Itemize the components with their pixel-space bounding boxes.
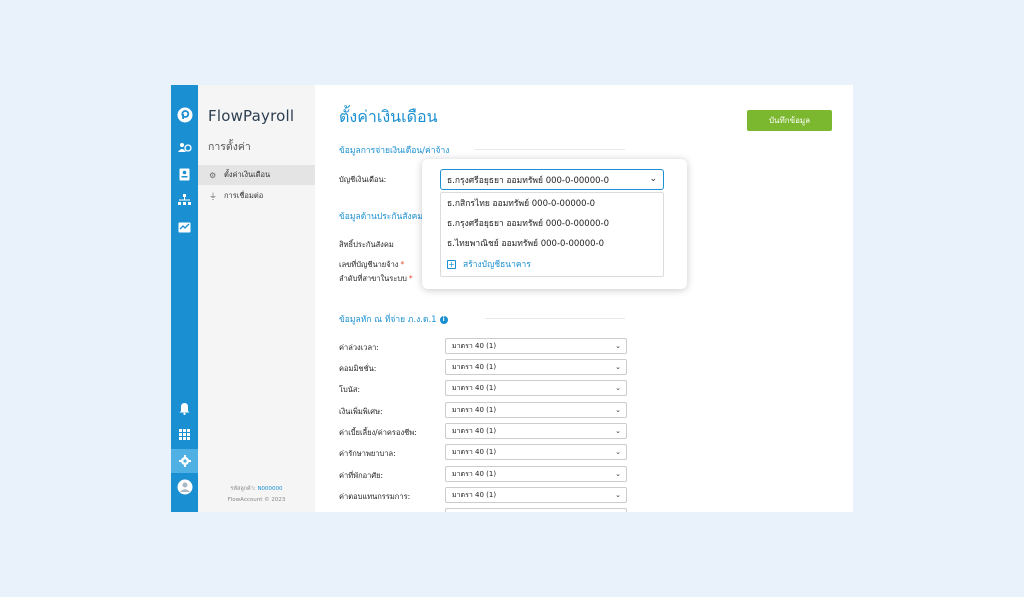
customer-code-value: N000000: [257, 486, 283, 492]
chevron-down-icon: ⌄: [615, 363, 621, 371]
gear-icon: ⚙: [209, 170, 217, 180]
sidebar-item-payroll-settings[interactable]: ⚙ ตั้งค่าเงินเดือน: [198, 165, 315, 185]
sidebar-item-label: การเชื่อมต่อ: [224, 191, 264, 200]
tax-section-select[interactable]: มาตรา 40 (1) ⌄: [445, 402, 627, 418]
tax-section-select[interactable]: มาตรา 40 (1) ⌄: [445, 487, 627, 503]
tax-row-label: โบนัส:: [339, 385, 361, 394]
section-social-heading: ข้อมูลด้านประกันสังคม: [339, 212, 423, 222]
chevron-down-icon: ⌄: [615, 448, 621, 456]
chevron-down-icon: ⌄: [615, 342, 621, 350]
tax-section-select[interactable]: มาตรา 40 (1) ⌄: [445, 423, 627, 439]
create-bank-account-button[interactable]: + สร้างบัญชีธนาคาร: [441, 253, 663, 275]
icon-rail: [171, 85, 198, 512]
tax-section-select[interactable]: มาตรา 40 (1) ⌄: [445, 466, 627, 482]
tax-section-select[interactable]: มาตรา 40 (1) ⌄: [445, 380, 627, 396]
branch-order-label: ลำดับที่สาขาในระบบ *: [339, 274, 413, 283]
section-divider: [485, 318, 625, 319]
brand-name: FlowPayroll: [208, 107, 295, 125]
employer-account-label: เลขที่บัญชีนายจ้าง *: [339, 260, 405, 269]
settings-sidebar: FlowPayroll การตั้งค่า ⚙ ตั้งค่าเงินเดือ…: [198, 85, 315, 512]
employee-card-icon[interactable]: [171, 162, 198, 186]
info-icon[interactable]: i: [439, 315, 448, 324]
tax-row-label: ค่าที่พักอาศัย:: [339, 471, 384, 480]
sidebar-title: การตั้งค่า: [208, 141, 251, 153]
tax-row-label: ค่าตอบแทนกรรมการ:: [339, 492, 411, 501]
bank-option[interactable]: ธ.ไทยพาณิชย์ ออมทรัพย์ 000-0-00000-0: [441, 233, 663, 253]
app-window: FlowPayroll การตั้งค่า ⚙ ตั้งค่าเงินเดือ…: [171, 85, 853, 512]
tax-row-label: คอมมิชชั่น:: [339, 364, 377, 373]
page-title: ตั้งค่าเงินเดือน: [339, 107, 438, 126]
customer-code: รหัสลูกค้า: N000000: [198, 485, 315, 493]
bank-account-select[interactable]: ธ.กรุงศรีอยุธยา ออมทรัพย์ 000-0-00000-0 …: [440, 169, 664, 190]
copyright-text: FlowAccount © 2023: [227, 497, 286, 503]
bank-option[interactable]: ธ.กสิกรไทย ออมทรัพย์ 000-0-00000-0: [441, 193, 663, 213]
tax-row-label: ค่ารักษาพยาบาล:: [339, 449, 396, 458]
section-payment-heading: ข้อมูลการจ่ายเงินเดือน/ค่าจ้าง: [339, 146, 450, 156]
tax-row-label: ค่าล่วงเวลา:: [339, 343, 379, 352]
bell-icon[interactable]: [171, 396, 198, 420]
customer-code-label: รหัสลูกค้า:: [230, 486, 256, 492]
chevron-down-icon: ⌄: [615, 384, 621, 392]
apps-grid-icon[interactable]: [171, 422, 198, 446]
report-chart-icon[interactable]: [171, 215, 198, 239]
chevron-down-icon: ⌄: [649, 174, 657, 184]
flowpayroll-logo-icon[interactable]: [171, 103, 198, 127]
plug-icon: ⏚: [209, 191, 217, 201]
bank-account-dropdown: ธ.กรุงศรีอยุธยา ออมทรัพย์ 000-0-00000-0 …: [422, 159, 687, 289]
social-security-right-label: สิทธิ์ประกันสังคม: [339, 240, 394, 249]
tax-section-select[interactable]: มาตรา 40 (1) ⌄: [445, 338, 627, 354]
tax-section-select[interactable]: มาตรา 40 (1) ⌄: [445, 444, 627, 460]
bank-account-label: บัญชีเงินเดือน:: [339, 175, 387, 184]
section-tax-heading: ข้อมูลหัก ณ ที่จ่าย ภ.ง.ด.1 i: [339, 312, 448, 326]
org-chart-icon[interactable]: [171, 188, 198, 212]
chevron-down-icon: ⌄: [615, 406, 621, 414]
tax-section-select[interactable]: มาตรา 40 (1) ⌄: [445, 359, 627, 375]
chevron-down-icon: ⌄: [615, 427, 621, 435]
main-content: ตั้งค่าเงินเดือน บันทึกข้อมูล ข้อมูลการจ…: [315, 85, 853, 512]
bank-options-list: ธ.กสิกรไทย ออมทรัพย์ 000-0-00000-0 ธ.กรุ…: [440, 192, 664, 277]
sidebar-item-connections[interactable]: ⏚ การเชื่อมต่อ: [198, 186, 315, 206]
chevron-down-icon: ⌄: [615, 491, 621, 499]
chevron-down-icon: ⌄: [615, 470, 621, 478]
plus-icon: +: [447, 259, 456, 269]
user-avatar-icon[interactable]: [171, 475, 198, 499]
sidebar-item-label: ตั้งค่าเงินเดือน: [224, 170, 271, 179]
payroll-users-icon[interactable]: [171, 136, 198, 160]
tax-section-select[interactable]: [445, 508, 627, 512]
settings-gear-icon[interactable]: [171, 449, 198, 473]
tax-row-label: เงินเพิ่มพิเศษ:: [339, 407, 383, 416]
tax-row-label: ค่าเบี้ยเลี้ยง/ค่าครองชีพ:: [339, 428, 417, 437]
section-divider: [475, 149, 625, 150]
bank-option[interactable]: ธ.กรุงศรีอยุธยา ออมทรัพย์ 000-0-00000-0: [441, 213, 663, 233]
save-button[interactable]: บันทึกข้อมูล: [747, 110, 832, 131]
